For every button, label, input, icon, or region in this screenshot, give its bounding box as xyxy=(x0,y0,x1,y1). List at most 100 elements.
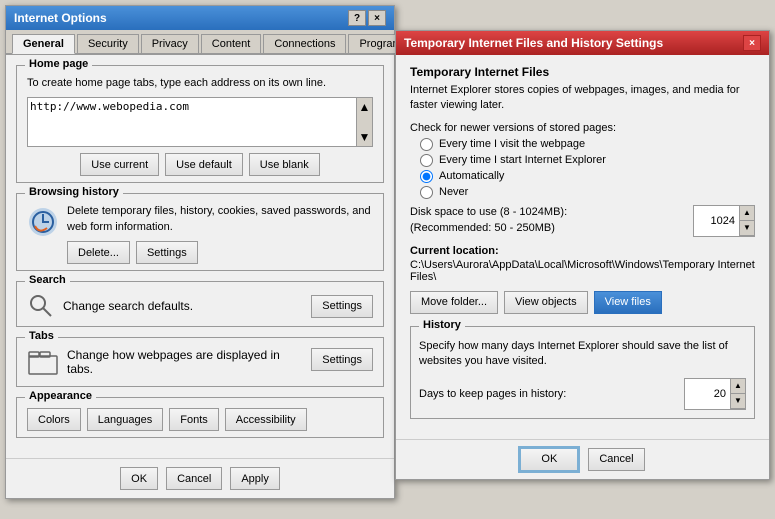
browsing-content: Delete temporary files, history, cookies… xyxy=(27,204,373,264)
ok-button[interactable]: OK xyxy=(120,467,158,490)
appearance-group: Appearance Colors Languages Fonts Access… xyxy=(16,397,384,438)
scroll-down-icon: ▼ xyxy=(359,130,371,144)
colors-button[interactable]: Colors xyxy=(27,408,81,431)
search-label: Search xyxy=(25,274,70,286)
browsing-history-label: Browsing history xyxy=(25,186,123,198)
browsing-buttons: Delete... Settings xyxy=(67,241,373,264)
radio-never-label: Never xyxy=(439,186,468,198)
search-text: Change search defaults. xyxy=(63,299,303,313)
radio-item-1: Every time I start Internet Explorer xyxy=(420,154,755,167)
url-textbox[interactable] xyxy=(27,97,357,147)
radio-automatically[interactable] xyxy=(420,170,433,183)
window2-close-button[interactable]: × xyxy=(743,35,761,51)
disk-space-input[interactable] xyxy=(694,206,739,236)
tab-security[interactable]: Security xyxy=(77,34,139,53)
use-current-button[interactable]: Use current xyxy=(80,153,159,176)
close-button[interactable]: × xyxy=(368,10,386,26)
move-folder-button[interactable]: Move folder... xyxy=(410,291,498,314)
days-spinner-buttons: ▲ ▼ xyxy=(730,379,745,409)
window2-titlebar: Temporary Internet Files and History Set… xyxy=(396,31,769,55)
disk-space-main-label: Disk space to use (8 - 1024MB): xyxy=(410,205,567,220)
tabs-content: Change how webpages are displayed in tab… xyxy=(27,348,373,380)
days-row: Days to keep pages in history: ▲ ▼ xyxy=(419,378,746,410)
tab-connections[interactable]: Connections xyxy=(263,34,346,53)
accessibility-button[interactable]: Accessibility xyxy=(225,408,307,431)
tif-description: Internet Explorer stores copies of webpa… xyxy=(410,83,755,114)
tab-general[interactable]: General xyxy=(12,34,75,54)
radio-visit[interactable] xyxy=(420,138,433,151)
tabs-desc-text: Change how webpages are displayed in tab… xyxy=(67,348,280,376)
scroll-up-icon: ▲ xyxy=(359,100,371,114)
url-scrollbar: ▲ ▼ xyxy=(357,97,373,147)
help-button[interactable]: ? xyxy=(348,10,366,26)
window2-ok-button[interactable]: OK xyxy=(520,448,578,471)
tab-content[interactable]: Content xyxy=(201,34,262,53)
tif-title: Temporary Internet Files xyxy=(410,65,755,79)
tabs-group: Tabs Change how webpages are displayed i… xyxy=(16,337,384,387)
radio-item-3: Never xyxy=(420,186,755,199)
radio-never[interactable] xyxy=(420,186,433,199)
window1-footer: OK Cancel Apply xyxy=(6,458,394,498)
search-icon xyxy=(27,292,55,320)
window2-body: Temporary Internet Files Internet Explor… xyxy=(396,55,769,439)
radio-visit-label: Every time I visit the webpage xyxy=(439,138,585,150)
url-input-area: ▲ ▼ xyxy=(27,97,373,147)
cancel-button[interactable]: Cancel xyxy=(166,467,222,490)
window2-title: Temporary Internet Files and History Set… xyxy=(404,36,663,50)
days-input[interactable] xyxy=(685,379,730,409)
browsing-text-area: Delete temporary files, history, cookies… xyxy=(67,204,373,264)
appearance-label: Appearance xyxy=(25,390,96,402)
spinner-up[interactable]: ▲ xyxy=(740,206,754,221)
days-label: Days to keep pages in history: xyxy=(419,388,566,400)
browsing-description: Delete temporary files, history, cookies… xyxy=(67,204,373,235)
radio-group: Every time I visit the webpage Every tim… xyxy=(420,138,755,199)
use-blank-button[interactable]: Use blank xyxy=(249,153,320,176)
homepage-group: Home page To create home page tabs, type… xyxy=(16,65,384,183)
radio-item-0: Every time I visit the webpage xyxy=(420,138,755,151)
view-objects-button[interactable]: View objects xyxy=(504,291,588,314)
location-path: C:\Users\Aurora\AppData\Local\Microsoft\… xyxy=(410,259,755,283)
browsing-history-group: Browsing history Delete temporary files,… xyxy=(16,193,384,271)
search-group: Search Change search defaults. Settings xyxy=(16,281,384,327)
appearance-buttons: Colors Languages Fonts Accessibility xyxy=(27,408,373,431)
tabs-description: Change how webpages are displayed in tab… xyxy=(67,348,303,376)
homepage-buttons: Use current Use default Use blank xyxy=(27,153,373,176)
window2-footer: OK Cancel xyxy=(396,439,769,479)
days-spinner: ▲ ▼ xyxy=(684,378,746,410)
disk-space-row: Disk space to use (8 - 1024MB): (Recomme… xyxy=(410,205,755,237)
browsing-icon xyxy=(27,206,59,238)
radio-item-2: Automatically xyxy=(420,170,755,183)
homepage-content: To create home page tabs, type each addr… xyxy=(27,76,373,176)
days-spinner-up[interactable]: ▲ xyxy=(731,379,745,394)
view-files-button[interactable]: View files xyxy=(594,291,662,314)
languages-button[interactable]: Languages xyxy=(87,408,163,431)
delete-button[interactable]: Delete... xyxy=(67,241,130,264)
disk-space-spinner: ▲ ▼ xyxy=(693,205,755,237)
tabs-label: Tabs xyxy=(25,330,58,342)
check-newer-label: Check for newer versions of stored pages… xyxy=(410,122,755,134)
use-default-button[interactable]: Use default xyxy=(165,153,243,176)
window2-cancel-button[interactable]: Cancel xyxy=(588,448,644,471)
current-location-label: Current location: xyxy=(410,245,755,257)
browsing-settings-button[interactable]: Settings xyxy=(136,241,198,264)
spinner-down[interactable]: ▼ xyxy=(740,221,754,236)
days-spinner-down[interactable]: ▼ xyxy=(731,394,745,409)
disk-space-recommended: (Recommended: 50 - 250MB) xyxy=(410,221,567,236)
tabs-settings-button[interactable]: Settings xyxy=(311,348,373,371)
homepage-description: To create home page tabs, type each addr… xyxy=(27,76,373,91)
apply-button[interactable]: Apply xyxy=(230,467,280,490)
search-settings-button[interactable]: Settings xyxy=(311,295,373,318)
tif-settings-window: Temporary Internet Files and History Set… xyxy=(395,30,770,480)
homepage-label: Home page xyxy=(25,58,92,70)
radio-start-ie-label: Every time I start Internet Explorer xyxy=(439,154,606,166)
window1-titlebar: Internet Options ? × xyxy=(6,6,394,30)
radio-automatically-label: Automatically xyxy=(439,170,504,182)
location-buttons: Move folder... View objects View files xyxy=(410,291,755,314)
fonts-button[interactable]: Fonts xyxy=(169,408,219,431)
titlebar-buttons: ? × xyxy=(348,10,386,26)
spinner-buttons: ▲ ▼ xyxy=(739,206,754,236)
tab-privacy[interactable]: Privacy xyxy=(141,34,199,53)
radio-start-ie[interactable] xyxy=(420,154,433,167)
search-content: Change search defaults. Settings xyxy=(27,292,373,320)
tab-bar: General Security Privacy Content Connect… xyxy=(6,30,394,55)
